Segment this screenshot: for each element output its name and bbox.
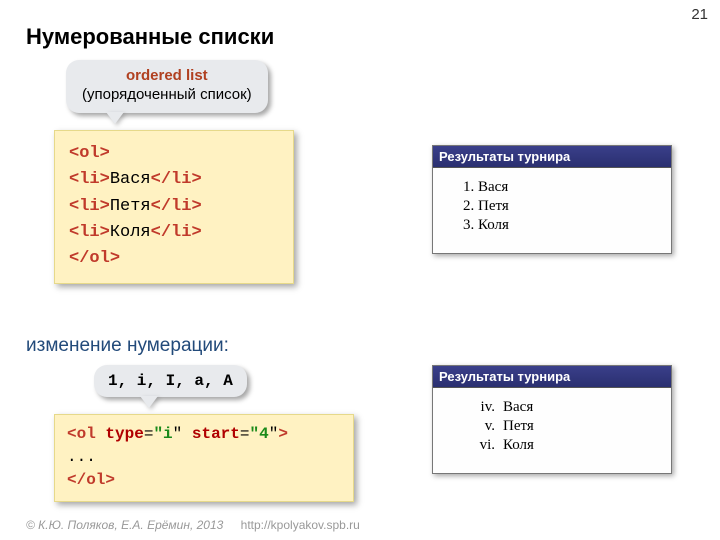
- callout-tail-icon: [106, 112, 124, 124]
- list-item: Вася: [463, 178, 663, 197]
- list-item: vi.Коля: [441, 436, 663, 455]
- list-item: Петя: [463, 197, 663, 216]
- preview-window-1: Результаты турнира Вася Петя Коля: [432, 145, 672, 254]
- window-body: iv.Вася v.Петя vi.Коля: [433, 388, 671, 473]
- slide-title: Нумерованные списки: [26, 24, 274, 50]
- list-item: Коля: [463, 216, 663, 235]
- subheading-numbering: изменение нумерации:: [26, 335, 229, 357]
- ordered-list-preview: Вася Петя Коля: [441, 178, 663, 235]
- preview-window-2: Результаты турнира iv.Вася v.Петя vi.Кол…: [432, 365, 672, 474]
- list-item: iv.Вася: [441, 398, 663, 417]
- callout-numbering-types: 1, i, I, a, A: [94, 365, 247, 397]
- footer: © К.Ю. Поляков, Е.А. Ерёмин, 2013 http:/…: [26, 518, 360, 532]
- callout-ordered-list: ordered list (упорядоченный список): [66, 60, 268, 113]
- callout-tail-icon: [140, 396, 158, 408]
- footer-url: http://kpolyakov.spb.ru: [241, 518, 360, 532]
- code-example-2: <ol type="i" start="4"> ... </ol>: [54, 414, 354, 502]
- list-item: v.Петя: [441, 417, 663, 436]
- callout-line1: ordered list: [82, 67, 252, 86]
- window-titlebar: Результаты турнира: [433, 146, 671, 168]
- footer-copyright: © К.Ю. Поляков, Е.А. Ерёмин, 2013: [26, 518, 223, 532]
- page-number: 21: [691, 6, 708, 23]
- window-titlebar: Результаты турнира: [433, 366, 671, 388]
- callout-line2: (упорядоченный список): [82, 86, 252, 105]
- window-body: Вася Петя Коля: [433, 168, 671, 253]
- code-example-1: <ol> <li>Вася</li> <li>Петя</li> <li>Кол…: [54, 130, 294, 284]
- callout-mono-text: 1, i, I, a, A: [108, 372, 233, 390]
